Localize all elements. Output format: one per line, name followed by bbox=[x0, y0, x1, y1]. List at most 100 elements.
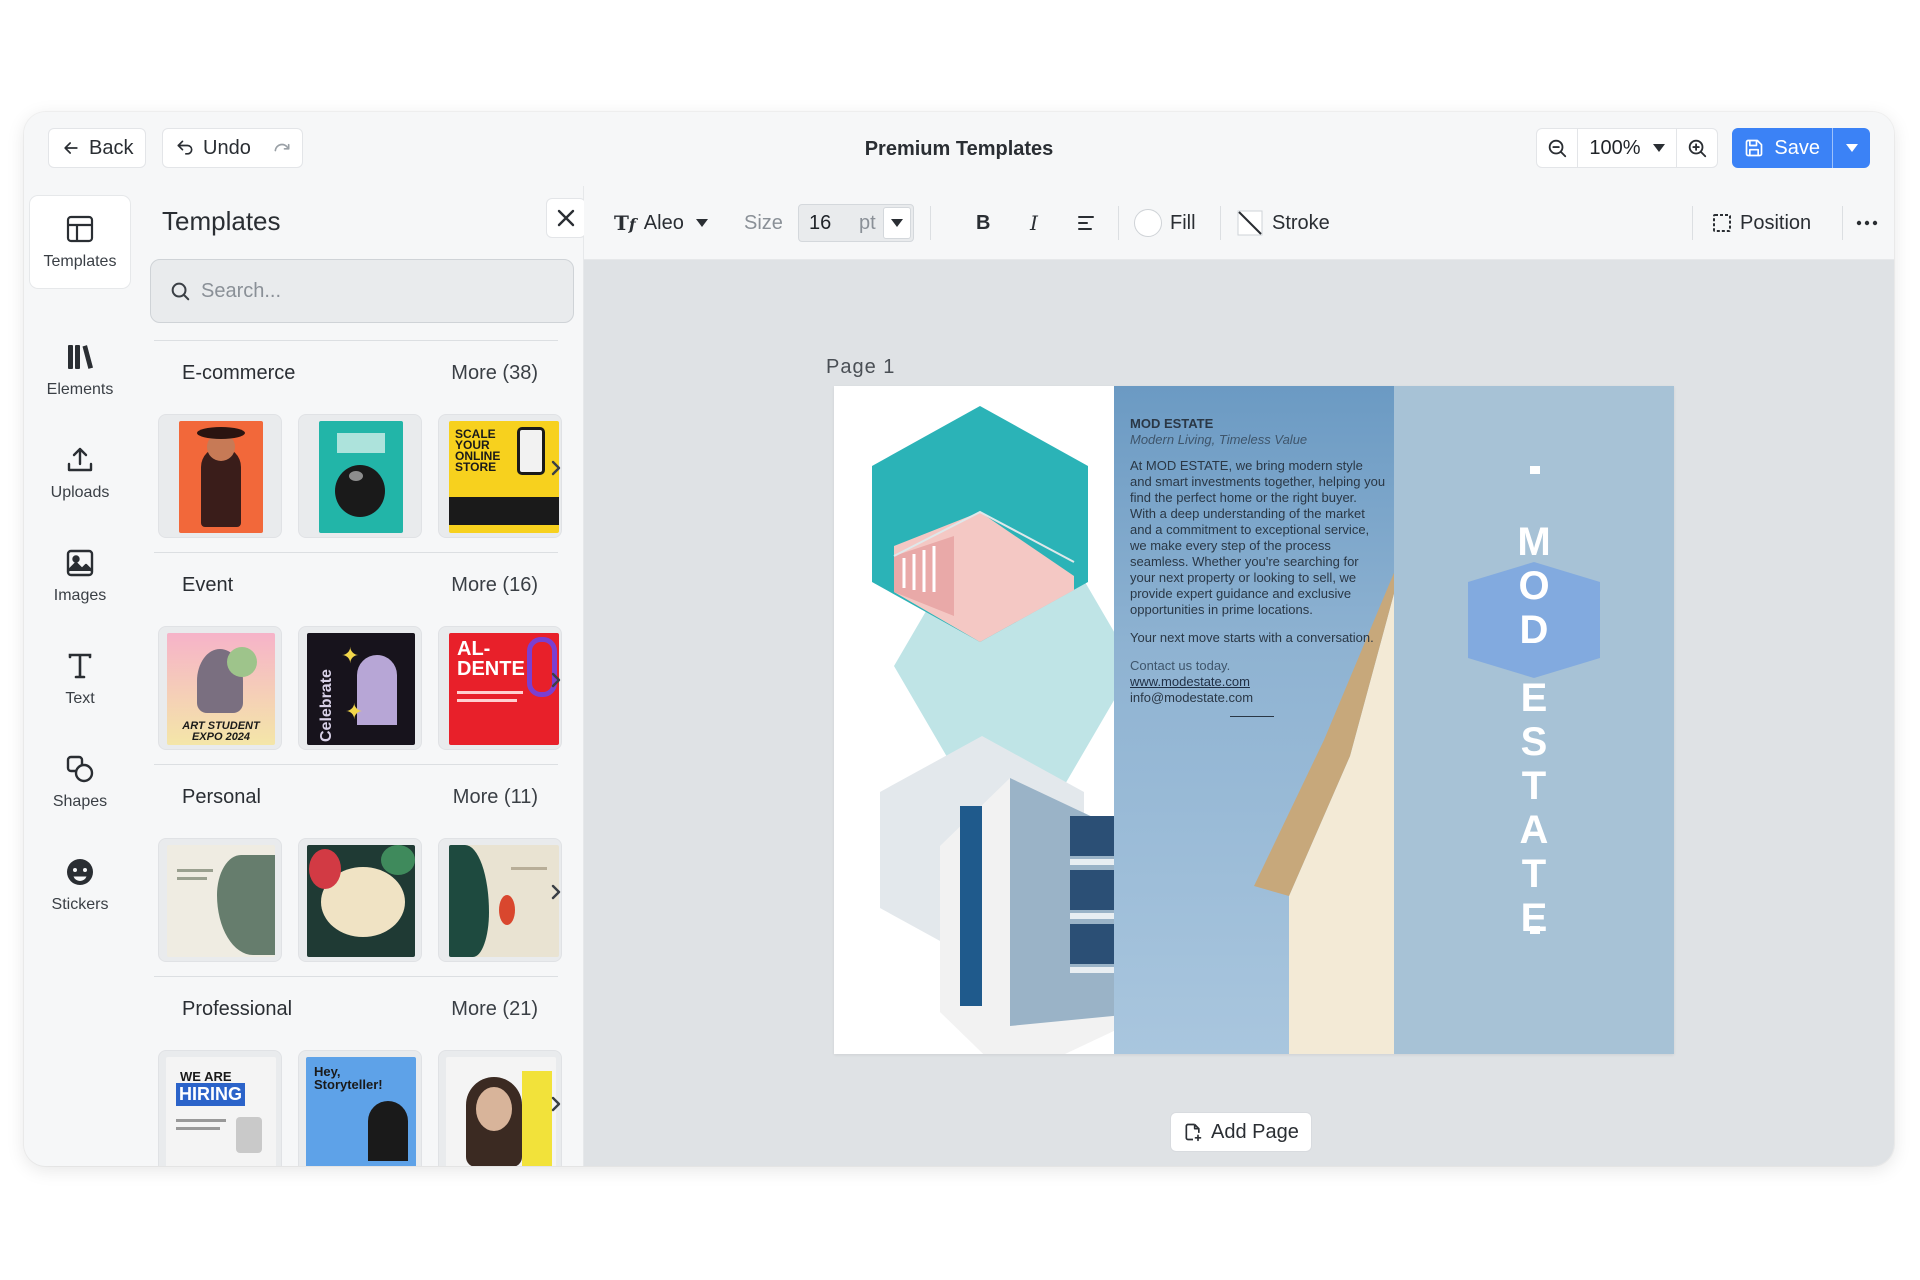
template-thumb[interactable] bbox=[158, 414, 282, 538]
position-label: Position bbox=[1740, 211, 1812, 234]
more-link[interactable]: More (11) bbox=[453, 786, 538, 809]
toolbar-divider bbox=[1692, 206, 1693, 240]
position-button[interactable]: Position bbox=[1712, 186, 1811, 260]
chevron-right-icon[interactable] bbox=[546, 458, 566, 478]
redo-button[interactable] bbox=[263, 128, 303, 168]
rail-item-text[interactable]: Text bbox=[30, 633, 130, 725]
title-column: MOD ESTATE bbox=[1394, 386, 1674, 1054]
close-panel-button[interactable] bbox=[546, 198, 586, 238]
align-button[interactable] bbox=[1076, 186, 1096, 260]
canvas-area: Page 1 MOD ESTATE Modern Living, Timeles… bbox=[584, 260, 1894, 1166]
italic-button[interactable]: I bbox=[1030, 186, 1038, 260]
undo-button[interactable]: Undo bbox=[162, 128, 264, 168]
upload-icon bbox=[67, 447, 93, 472]
section-heading: E-commerce bbox=[182, 362, 296, 384]
rail-item-uploads[interactable]: Uploads bbox=[30, 427, 130, 519]
save-options-button[interactable] bbox=[1832, 128, 1870, 168]
template-thumb[interactable]: WE ARE HIRING bbox=[158, 1050, 282, 1166]
more-options-button[interactable] bbox=[1856, 186, 1878, 260]
template-thumb[interactable] bbox=[438, 1050, 562, 1166]
template-thumb[interactable]: Hey, Storyteller! bbox=[298, 1050, 422, 1166]
font-size-dropdown[interactable] bbox=[883, 207, 911, 239]
text-icon bbox=[68, 653, 92, 679]
rail-item-images[interactable]: Images bbox=[30, 530, 130, 622]
template-thumb[interactable]: Celebrate ✦ ✦ bbox=[298, 626, 422, 750]
zoom-in-button[interactable] bbox=[1677, 129, 1717, 167]
more-link[interactable]: More (38) bbox=[451, 362, 538, 385]
section-divider bbox=[154, 340, 558, 341]
design-page[interactable]: MOD ESTATE Modern Living, Timeless Value… bbox=[834, 386, 1674, 1054]
rail-label: Text bbox=[65, 690, 95, 707]
section-heading: Personal bbox=[182, 786, 261, 808]
file-plus-icon bbox=[1185, 1123, 1202, 1142]
text-rule bbox=[1230, 716, 1274, 717]
rail-item-templates[interactable]: Templates bbox=[30, 196, 130, 288]
thumb-art: Hey, Storyteller! bbox=[306, 1057, 416, 1166]
panel-title: Templates bbox=[162, 206, 281, 236]
top-bar: Back Undo Premium Templates 100% Save bbox=[24, 112, 1894, 186]
thumb-art: AL- DENTE bbox=[449, 633, 559, 745]
thumb-caption: Celebrate bbox=[318, 669, 335, 742]
font-family-select[interactable]: Tf Aleo bbox=[614, 186, 708, 260]
font-icon: Tf bbox=[614, 211, 636, 235]
zoom-out-button[interactable] bbox=[1537, 129, 1577, 167]
section-ecommerce: E-commerce More (38) SCALE YOUR ONLINE S… bbox=[136, 340, 584, 552]
stroke-button[interactable]: Stroke bbox=[1236, 186, 1330, 260]
fill-button[interactable]: Fill bbox=[1134, 186, 1196, 260]
rail-item-elements[interactable]: Elements bbox=[30, 324, 130, 416]
stroke-none-icon bbox=[1237, 210, 1263, 236]
chevron-right-icon[interactable] bbox=[546, 882, 566, 902]
rail-label: Shapes bbox=[52, 793, 108, 810]
section-divider bbox=[154, 764, 558, 765]
rail-item-shapes[interactable]: Shapes bbox=[30, 736, 130, 828]
chevron-right-icon[interactable] bbox=[546, 1094, 566, 1114]
section-professional: Professional More (21) WE ARE HIRING Hey… bbox=[136, 976, 584, 1166]
website-link[interactable]: www.modestate.com bbox=[1130, 674, 1250, 689]
template-thumb[interactable] bbox=[158, 838, 282, 962]
chevron-right-icon[interactable] bbox=[546, 670, 566, 690]
undo-icon bbox=[177, 140, 193, 155]
zoom-controls: 100% bbox=[1536, 128, 1718, 168]
template-thumb[interactable]: SCALE YOUR ONLINE STORE bbox=[438, 414, 562, 538]
zoom-level-select[interactable]: 100% bbox=[1577, 129, 1677, 167]
template-thumb[interactable]: ART STUDENT EXPO 2024 bbox=[158, 626, 282, 750]
rail-item-stickers[interactable]: Stickers bbox=[30, 839, 130, 931]
thumb-art: Celebrate ✦ ✦ bbox=[307, 633, 415, 745]
save-group: Save bbox=[1732, 128, 1870, 168]
add-page-button[interactable]: Add Page bbox=[1170, 1112, 1312, 1152]
thumb-art bbox=[179, 421, 263, 533]
template-thumb[interactable]: AL- DENTE bbox=[438, 626, 562, 750]
page-label: Page 1 bbox=[826, 356, 896, 378]
back-button[interactable]: Back bbox=[48, 128, 147, 168]
template-thumb[interactable] bbox=[298, 414, 422, 538]
brochure-text[interactable]: MOD ESTATE Modern Living, Timeless Value… bbox=[1130, 416, 1386, 717]
more-link[interactable]: More (16) bbox=[451, 574, 538, 597]
section-heading: Event bbox=[182, 574, 234, 596]
thumb-caption: ART STUDENT EXPO 2024 bbox=[182, 720, 260, 743]
thumb-caption: WE ARE bbox=[180, 1069, 232, 1084]
caret-down-icon bbox=[695, 219, 708, 227]
layout-icon bbox=[66, 215, 94, 243]
image-icon bbox=[66, 549, 94, 577]
template-thumb[interactable] bbox=[298, 838, 422, 962]
section-divider bbox=[154, 976, 558, 977]
brand-tagline: Modern Living, Timeless Value bbox=[1130, 432, 1308, 447]
font-size-field[interactable]: 16 pt bbox=[798, 204, 914, 242]
rail-label: Images bbox=[53, 587, 107, 604]
more-link[interactable]: More (21) bbox=[451, 998, 538, 1021]
thumb-art bbox=[167, 845, 275, 957]
search-input[interactable] bbox=[201, 279, 561, 303]
editor-window: Back Undo Premium Templates 100% Save Te… bbox=[24, 112, 1894, 1166]
save-button[interactable]: Save bbox=[1732, 128, 1832, 168]
thumb-row: ART STUDENT EXPO 2024 Celebrate ✦ ✦ AL- … bbox=[158, 626, 564, 750]
templates-panel: Templates E-commerce More (38) bbox=[136, 186, 586, 1166]
bold-button[interactable]: B bbox=[976, 186, 990, 260]
save-label: Save bbox=[1774, 136, 1820, 159]
thumb-caption: AL- DENTE bbox=[457, 638, 525, 680]
template-thumb[interactable] bbox=[438, 838, 562, 962]
add-page-label: Add Page bbox=[1211, 1120, 1299, 1143]
fill-swatch-icon bbox=[1134, 209, 1162, 237]
back-label: Back bbox=[89, 136, 134, 159]
section-heading: Professional bbox=[182, 998, 293, 1020]
vertical-title-1: MOD bbox=[1506, 520, 1562, 652]
